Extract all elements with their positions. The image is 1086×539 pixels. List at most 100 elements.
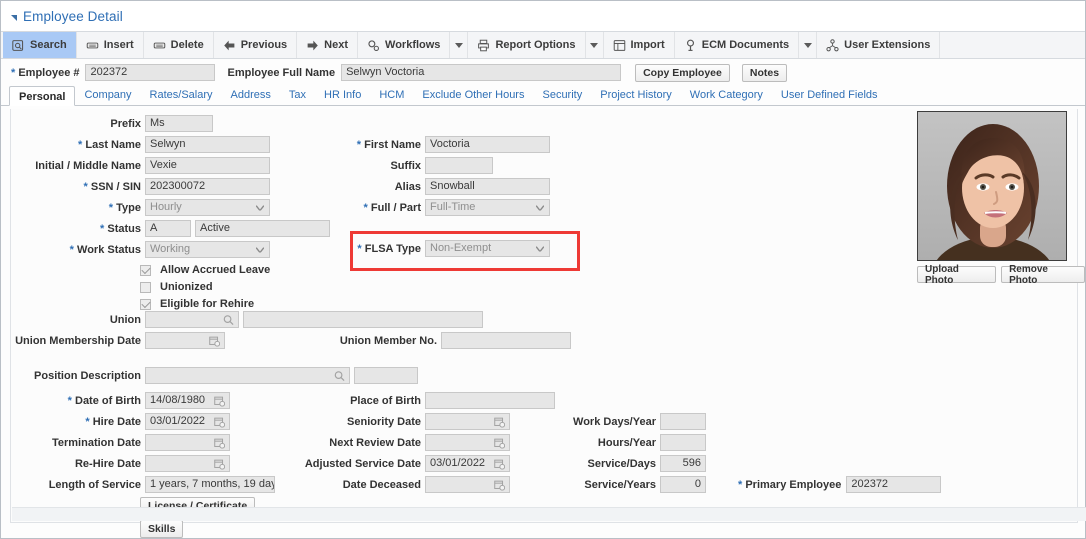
calendar-icon[interactable]	[494, 437, 505, 448]
ssn-input[interactable]: 202300072	[145, 178, 270, 195]
employee-full-name-input[interactable]: Selwyn Voctoria	[341, 64, 622, 81]
photo-buttons: Upload Photo Remove Photo	[917, 264, 1085, 286]
primary-employee-label: * Primary Employee	[738, 478, 842, 491]
calendar-icon[interactable]	[209, 335, 220, 346]
unionized-checkbox[interactable]	[140, 281, 151, 293]
hire-date-input[interactable]: 03/01/2022	[145, 413, 230, 430]
tab-hcm[interactable]: HCM	[370, 85, 413, 105]
toolbar-previous-button[interactable]: Previous	[214, 32, 298, 58]
upload-photo-button[interactable]: Upload Photo	[917, 264, 997, 286]
position-description-input[interactable]	[145, 367, 350, 384]
tab-address[interactable]: Address	[222, 85, 280, 105]
union-member-no-input[interactable]	[441, 332, 571, 349]
tab-exclude-other-hours[interactable]: Exclude Other Hours	[413, 85, 533, 105]
status-description-input[interactable]: Active	[195, 220, 330, 237]
suffix-input[interactable]	[425, 157, 493, 174]
toolbar-next-button[interactable]: Next	[297, 32, 359, 58]
toolbar-user-extensions-button[interactable]: User Extensions	[817, 32, 941, 58]
eligible-for-rehire-checkbox[interactable]	[140, 298, 151, 310]
next-review-date-input[interactable]	[425, 434, 510, 451]
toolbar-search-button[interactable]: Search	[3, 32, 77, 58]
date-deceased-label: Date Deceased	[342, 478, 421, 491]
termination-date-input[interactable]	[145, 434, 230, 451]
tab-tax[interactable]: Tax	[280, 85, 315, 105]
employee-detail-window: Employee Detail Search Insert Delete Previo…	[0, 0, 1086, 539]
tab-security[interactable]: Security	[533, 85, 591, 105]
date-of-birth-input[interactable]: 14/08/1980	[145, 392, 230, 409]
calendar-icon[interactable]	[494, 458, 505, 469]
type-select[interactable]: Hourly	[145, 199, 270, 216]
first-name-input[interactable]: Voctoria	[425, 136, 550, 153]
search-icon[interactable]	[223, 314, 234, 325]
tab-work-category[interactable]: Work Category	[681, 85, 772, 105]
copy-employee-button[interactable]: Copy Employee	[635, 63, 730, 82]
hours-year-label: Hours/Year	[597, 436, 656, 449]
flsa-type-field[interactable]: Non-Exempt	[425, 240, 550, 257]
full-name-label: Employee Full Name	[227, 66, 336, 79]
last-name-label: * Last Name	[78, 138, 141, 151]
horizontal-scrollbar[interactable]	[12, 507, 1086, 521]
calendar-icon[interactable]	[214, 437, 225, 448]
notes-button[interactable]: Notes	[741, 63, 788, 82]
position-code-input[interactable]	[354, 367, 418, 384]
type-label: * Type	[108, 201, 141, 214]
union-membership-date-input[interactable]	[145, 332, 225, 349]
rehire-date-input[interactable]	[145, 455, 230, 472]
prefix-input[interactable]: Ms	[145, 115, 213, 132]
tab-user-defined-fields[interactable]: User Defined Fields	[772, 85, 887, 105]
toolbar-workflows-button[interactable]: Workflows	[358, 32, 451, 58]
toolbar-ecm-documents-caret[interactable]	[799, 32, 818, 58]
date-of-birth-label: * Date of Birth	[67, 394, 141, 407]
chevron-down-icon	[256, 247, 264, 252]
calendar-icon[interactable]	[214, 458, 225, 469]
suffix-label: Suffix	[390, 159, 421, 172]
unionized-label: Unionized	[160, 281, 213, 293]
toolbar-insert-button[interactable]: Insert	[77, 32, 144, 58]
seniority-date-input[interactable]	[425, 413, 510, 430]
toolbar-workflows-caret[interactable]	[450, 32, 469, 58]
calendar-icon[interactable]	[494, 416, 505, 427]
alias-input[interactable]: Snowball	[425, 178, 550, 195]
tab-personal[interactable]: Personal	[9, 86, 76, 106]
toolbar-import-button[interactable]: Import	[604, 32, 675, 58]
calendar-icon[interactable]	[214, 416, 225, 427]
union-input[interactable]	[145, 311, 239, 328]
work-days-year-input[interactable]	[660, 413, 706, 430]
date-deceased-input[interactable]	[425, 476, 510, 493]
printer-icon	[477, 39, 490, 52]
calendar-icon[interactable]	[494, 479, 505, 490]
status-label: * Status	[100, 222, 141, 235]
toolbar-report-options-button[interactable]: Report Options	[468, 32, 586, 58]
search-icon[interactable]	[334, 370, 345, 381]
employee-number-label: * Employee #	[11, 66, 80, 79]
employee-number-input[interactable]: 202372	[85, 64, 216, 81]
hours-year-input[interactable]	[660, 434, 706, 451]
work-status-select-value: Working	[150, 243, 191, 255]
remove-photo-button[interactable]: Remove Photo	[1001, 264, 1085, 286]
toolbar-report-options-caret[interactable]	[586, 32, 604, 58]
toolbar-ecm-documents-button[interactable]: ECM Documents	[675, 32, 800, 58]
adjusted-service-date-input[interactable]: 03/01/2022	[425, 455, 510, 472]
eligible-for-rehire-label: Eligible for Rehire	[160, 298, 255, 310]
calendar-icon[interactable]	[214, 395, 225, 406]
tab-rates-salary[interactable]: Rates/Salary	[141, 85, 222, 105]
place-of-birth-input[interactable]	[425, 392, 555, 409]
full-part-select[interactable]: Full-Time	[425, 199, 550, 216]
tab-company[interactable]: Company	[75, 85, 140, 105]
middle-name-input[interactable]: Vexie	[145, 157, 270, 174]
status-code-input[interactable]: A	[145, 220, 191, 237]
union-description-input[interactable]	[243, 311, 483, 328]
toolbar-delete-button[interactable]: Delete	[144, 32, 214, 58]
insert-icon	[86, 39, 99, 52]
flsa-type-select-value: Non-Exempt	[430, 242, 492, 254]
collapse-triangle-icon[interactable]	[11, 15, 17, 21]
user-extensions-icon	[826, 38, 839, 52]
tab-hr-info[interactable]: HR Info	[315, 85, 370, 105]
skills-button[interactable]: Skills	[140, 520, 184, 538]
work-status-select[interactable]: Working	[145, 241, 270, 258]
last-name-input[interactable]: Selwyn	[145, 136, 270, 153]
allow-accrued-leave-checkbox[interactable]	[140, 264, 151, 276]
primary-employee-input[interactable]: 202372	[846, 476, 942, 493]
main-toolbar: Search Insert Delete Previous Next Workflows R…	[1, 32, 1085, 59]
tab-project-history[interactable]: Project History	[591, 85, 681, 105]
